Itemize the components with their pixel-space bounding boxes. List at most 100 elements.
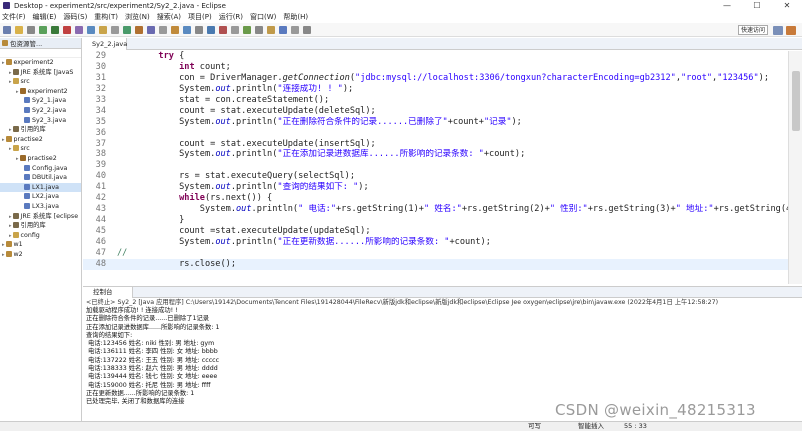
toolbar-icon[interactable] [219, 25, 227, 34]
code-line[interactable]: 43 System.out.println(" 电话:"+rs.getStrin… [83, 204, 788, 215]
code-line[interactable]: 46 System.out.println("正在更新数据......所影响的记… [83, 237, 788, 248]
toolbar-icon[interactable] [3, 25, 11, 34]
menu-item[interactable]: 窗口(W) [250, 12, 276, 22]
code-line[interactable]: 37 count = stat.executeUpdate(insertSql)… [83, 139, 788, 150]
expand-arrow-icon[interactable]: ▸ [2, 137, 5, 143]
expand-arrow-icon[interactable]: ▸ [9, 127, 12, 133]
minimize-button[interactable]: — [712, 0, 742, 11]
console-output[interactable]: 加载驱动程序成功! ! 连接成功! ! 正在删除符合条件的记录......已删除了… [83, 307, 802, 407]
toolbar-icon[interactable] [291, 25, 299, 34]
package-explorer-tab[interactable]: 包资源管... [0, 38, 81, 49]
expand-arrow-icon[interactable]: ▸ [16, 89, 19, 95]
expand-arrow-icon[interactable]: ▸ [9, 79, 12, 85]
menu-item[interactable]: 源码(S) [63, 12, 87, 22]
tree-item[interactable]: ▸ JRE 系统库 [JavaS [0, 68, 81, 78]
tree-item[interactable]: ▸ experiment2 [0, 87, 81, 97]
menu-item[interactable]: 重构(T) [94, 12, 118, 22]
tree-item[interactable]: ▸ w2 [0, 250, 81, 260]
tree-item[interactable]: Sy2_2.java [0, 106, 81, 116]
code-line[interactable]: 41 System.out.println("查询的结果如下: "); [83, 182, 788, 193]
toolbar-icon[interactable] [267, 25, 275, 34]
tree-item[interactable]: ▸ 引用的库 [0, 125, 81, 135]
code-line[interactable]: 29 try { [83, 51, 788, 62]
menu-item[interactable]: 文件(F) [2, 12, 26, 22]
toolbar-icon[interactable] [159, 25, 167, 34]
perspective-icon[interactable] [773, 26, 783, 35]
tree-item[interactable]: Sy2_1.java [0, 96, 81, 106]
toolbar-icon[interactable] [303, 25, 311, 34]
tree-item[interactable]: ▸ JRE 系统库 [eclipse [0, 212, 81, 222]
toolbar-icon[interactable] [123, 25, 131, 34]
close-button[interactable]: ✕ [772, 0, 802, 11]
code-line[interactable]: 42 while(rs.next()) { [83, 193, 788, 204]
editor-tab-sy2-2[interactable]: Sy2_2.java [83, 38, 127, 50]
toolbar-icon[interactable] [207, 25, 215, 34]
toolbar-icon[interactable] [279, 25, 287, 34]
code-line[interactable]: 47 // [83, 248, 788, 259]
code-line[interactable]: 48 rs.close(); [83, 258, 788, 270]
editor-scrollbar[interactable] [788, 51, 802, 284]
scrollbar-thumb[interactable] [792, 71, 800, 131]
code-line[interactable]: 44 } [83, 215, 788, 226]
code-line[interactable]: 31 con = DriverManager.getConnection("jd… [83, 73, 788, 84]
toolbar-icon[interactable] [183, 25, 191, 34]
toolbar-icon[interactable] [135, 25, 143, 34]
code-line[interactable]: 36 [83, 128, 788, 139]
menu-item[interactable]: 编辑(E) [33, 12, 57, 22]
toolbar-icon[interactable] [111, 25, 119, 34]
tree-item[interactable]: ▸ src [0, 77, 81, 87]
tree-item[interactable]: ▸ practise2 [0, 154, 81, 164]
tree-item[interactable]: LX1.java [0, 182, 81, 193]
expand-arrow-icon[interactable]: ▸ [9, 146, 12, 152]
tree-item[interactable]: LX2.java [0, 192, 81, 202]
code-line[interactable]: 35 System.out.println("正在删除符合条件的记录......… [83, 117, 788, 128]
expand-arrow-icon[interactable]: ▸ [2, 252, 5, 258]
expand-arrow-icon[interactable]: ▸ [2, 60, 5, 66]
java-perspective-icon[interactable] [786, 26, 796, 35]
code-area[interactable]: 29 try {30 int count; 31 con = DriverMana… [83, 51, 788, 284]
tree-item[interactable]: ▸ w1 [0, 240, 81, 250]
toolbar-icon[interactable] [231, 25, 239, 34]
expand-arrow-icon[interactable]: ▸ [9, 214, 12, 220]
code-line[interactable]: 34 count = stat.executeUpdate(deleteSql)… [83, 106, 788, 117]
code-line[interactable]: 30 int count; [83, 62, 788, 73]
code-line[interactable]: 33 stat = con.createStatement(); [83, 95, 788, 106]
menu-item[interactable]: 搜索(A) [157, 12, 181, 22]
toolbar-icon[interactable] [195, 25, 203, 34]
menu-item[interactable]: 帮助(H) [283, 12, 308, 22]
expand-arrow-icon[interactable]: ▸ [9, 70, 12, 76]
code-line[interactable]: 39 [83, 160, 788, 171]
toolbar-icon[interactable] [39, 25, 47, 34]
menu-item[interactable]: 项目(P) [188, 12, 212, 22]
tree-item[interactable]: Config.java [0, 164, 81, 174]
code-line[interactable]: 32 System.out.println("连接成功! ! "); [83, 84, 788, 95]
toolbar-icon[interactable] [147, 25, 155, 34]
tree-item[interactable]: ▸ src [0, 144, 81, 154]
toolbar-icon[interactable] [255, 25, 263, 34]
toolbar-icon[interactable] [15, 25, 23, 34]
menu-item[interactable]: 运行(R) [219, 12, 243, 22]
maximize-button[interactable]: ☐ [742, 0, 772, 11]
code-line[interactable]: 38 System.out.println("正在添加记录进数据库......所… [83, 149, 788, 160]
toolbar-icon[interactable] [99, 25, 107, 34]
expand-arrow-icon[interactable]: ▸ [16, 156, 19, 162]
code-line[interactable]: 40 rs = stat.executeQuery(selectSql); [83, 171, 788, 182]
tree-item[interactable]: DBUtil.java [0, 173, 81, 183]
toolbar-icon[interactable] [27, 25, 35, 34]
console-tab[interactable]: 控制台 [83, 287, 133, 298]
tree-item[interactable]: ▸ config [0, 231, 81, 241]
toolbar-icon[interactable] [63, 25, 71, 34]
tree-item[interactable]: ▸ 引用的库 [0, 221, 81, 231]
toolbar-icon[interactable] [75, 25, 83, 34]
tree-item[interactable]: ▸ practise2 [0, 135, 81, 145]
toolbar-icon[interactable] [243, 25, 251, 34]
tree-item[interactable]: Sy2_3.java [0, 116, 81, 126]
expand-arrow-icon[interactable]: ▸ [2, 242, 5, 248]
menu-item[interactable]: 浏览(N) [125, 12, 150, 22]
quick-access-field[interactable]: 快速访问 [738, 25, 768, 35]
toolbar-icon[interactable] [171, 25, 179, 34]
tree-item[interactable]: ▸ experiment2 [0, 58, 81, 68]
toolbar-icon[interactable] [51, 25, 59, 34]
toolbar-icon[interactable] [87, 25, 95, 34]
code-line[interactable]: 45 count =stat.executeUpdate(updateSql); [83, 226, 788, 237]
